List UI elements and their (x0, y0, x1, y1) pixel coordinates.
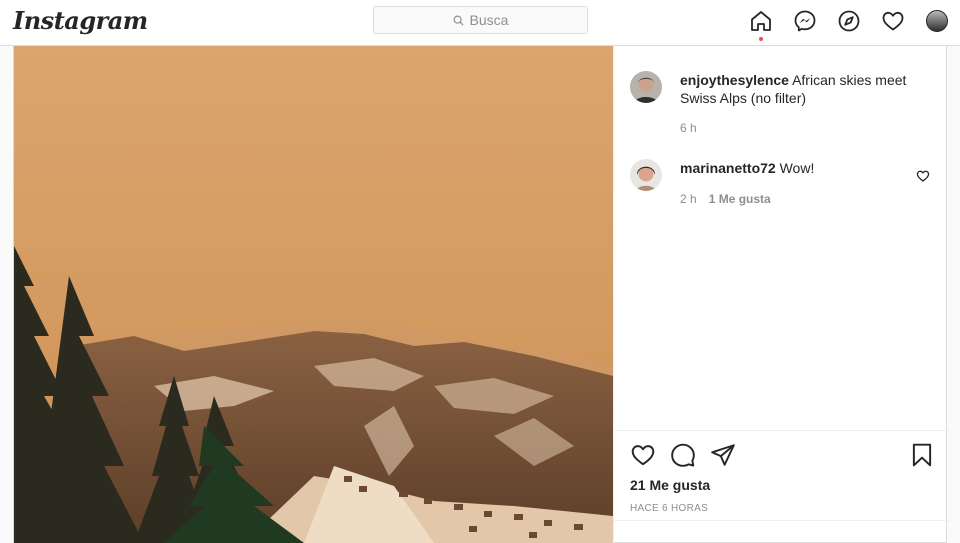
search-input[interactable]: Busca (373, 6, 588, 34)
comment-text: marinanetto72 Wow! (680, 159, 910, 177)
post-actions (630, 442, 935, 470)
save-button[interactable] (909, 442, 935, 468)
comment-username[interactable]: marinanetto72 (680, 160, 776, 176)
like-button[interactable] (630, 442, 656, 468)
comment-time[interactable]: 2 h (680, 192, 697, 206)
comment-content: Wow! (779, 160, 815, 176)
home-icon (751, 11, 771, 31)
comment-bubble-icon (671, 443, 695, 467)
explore-button[interactable] (836, 8, 862, 34)
share-paper-plane-icon (711, 444, 735, 466)
home-button[interactable] (748, 8, 774, 34)
post-modal: enjoythesylence African skies meet Swiss… (13, 46, 949, 543)
caption-time[interactable]: 6 h (680, 121, 697, 135)
activity-heart-icon (882, 11, 904, 31)
messenger-icon (794, 10, 816, 32)
post-side-panel: enjoythesylence African skies meet Swiss… (613, 46, 949, 543)
comment-meta: 2 h 1 Me gusta (680, 192, 771, 206)
actions-divider (614, 430, 949, 431)
likes-count[interactable]: 21 Me gusta (630, 477, 710, 493)
caption-author-avatar[interactable] (630, 71, 662, 103)
add-comment-divider (614, 520, 949, 521)
caption-username[interactable]: enjoythesylence (680, 72, 789, 88)
post-timestamp[interactable]: HACE 6 HORAS (630, 503, 708, 514)
caption-meta: 6 h (680, 121, 697, 135)
caption-text: enjoythesylence African skies meet Swiss… (680, 71, 910, 107)
profile-button[interactable] (924, 8, 950, 34)
activity-button[interactable] (880, 8, 906, 34)
explore-icon (838, 10, 860, 32)
profile-avatar (926, 10, 948, 32)
post-photo[interactable] (14, 46, 613, 543)
heart-icon (631, 445, 655, 466)
comment-author-avatar[interactable] (630, 159, 662, 191)
notification-dot (759, 37, 763, 41)
bookmark-icon (912, 443, 932, 467)
share-button[interactable] (710, 442, 736, 468)
instagram-logo[interactable]: Instagram (13, 6, 148, 35)
top-navigation-bar: Instagram Busca (0, 0, 960, 46)
search-icon (453, 15, 464, 26)
comment-likes[interactable]: 1 Me gusta (709, 192, 771, 206)
search-placeholder: Busca (469, 12, 509, 28)
messenger-button[interactable] (792, 8, 818, 34)
comment-like-heart-icon[interactable] (916, 169, 930, 183)
alpine-landscape-image (14, 46, 613, 543)
comment-button[interactable] (670, 442, 696, 468)
